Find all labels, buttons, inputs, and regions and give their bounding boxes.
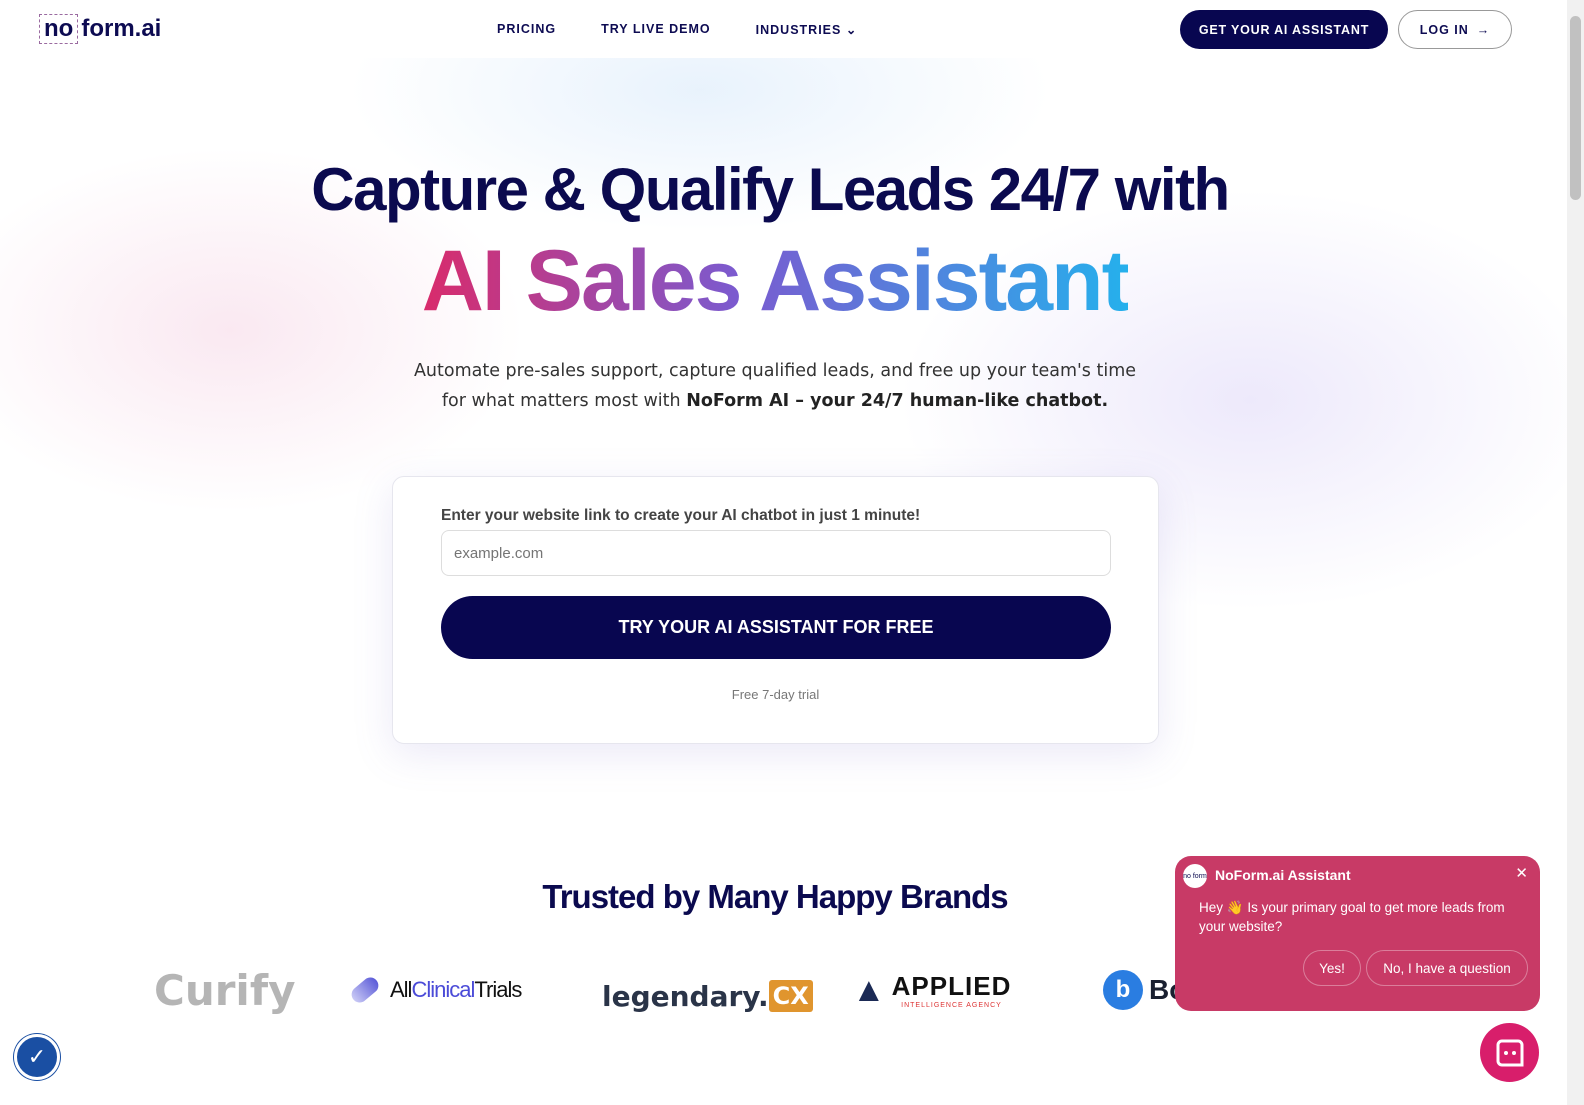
brand-logos: Curify All Clinical Trials legendary. CX ▲ … (150, 965, 1180, 1020)
chat-launcher-button[interactable] (1480, 1023, 1539, 1082)
arrow-right-icon: → (1476, 22, 1491, 37)
brand-curify: Curify (154, 965, 296, 1015)
trial-note: Free 7-day trial (731, 687, 820, 702)
nav-industries[interactable]: INDUSTRIES ⌄ (756, 22, 858, 37)
accessibility-icon[interactable]: ✓ (14, 1034, 60, 1080)
chat-popup: no form NoForm.ai Assistant ✕ Hey 👋 Is y… (1175, 856, 1540, 1011)
try-free-button[interactable]: TRY YOUR AI ASSISTANT FOR FREE (441, 596, 1111, 659)
brand-allclinicaltrials: All Clinical Trials (348, 965, 522, 1015)
signup-card: Enter your website link to create your A… (392, 476, 1159, 744)
nav-try-live-demo[interactable]: TRY LIVE DEMO (601, 22, 711, 37)
get-ai-assistant-button[interactable]: GET YOUR AI ASSISTANT (1180, 10, 1388, 49)
pill-icon (348, 974, 382, 1006)
logo[interactable]: no form.ai (39, 14, 161, 44)
login-button[interactable]: LOG IN → (1398, 10, 1512, 49)
chat-bubble-icon (1496, 1039, 1523, 1066)
applied-a-icon: ▲ (852, 970, 886, 1009)
close-icon[interactable]: ✕ (1515, 864, 1528, 882)
b-circle-icon: b (1103, 970, 1143, 1010)
scrollbar[interactable] (1567, 0, 1584, 1105)
hero-title: Capture & Qualify Leads 24/7 with (311, 156, 1230, 223)
chat-avatar: no form (1183, 864, 1207, 888)
website-input[interactable] (441, 530, 1111, 576)
brand-legendary-cx: legendary. CX (602, 971, 813, 1020)
chat-title: NoForm.ai Assistant (1215, 867, 1351, 883)
chevron-down-icon: ⌄ (845, 23, 858, 37)
chat-question-button[interactable]: No, I have a question (1366, 950, 1528, 986)
brand-bo: bBo (1103, 965, 1180, 1015)
chat-yes-button[interactable]: Yes! (1303, 950, 1361, 986)
hero-subtitle: Automate pre-sales support, capture qual… (413, 361, 1137, 411)
scrollbar-thumb[interactable] (1570, 16, 1581, 200)
chat-message: Hey 👋 Is your primary goal to get more l… (1199, 900, 1505, 934)
website-label: Enter your website link to create your A… (441, 507, 921, 524)
top-nav: no form.ai PRICING TRY LIVE DEMO INDUSTRI… (0, 0, 1552, 58)
nav-pricing[interactable]: PRICING (497, 22, 556, 37)
hero-highlight: AI Sales Assistant (421, 233, 1130, 329)
brand-applied: ▲ APPLIED INTELLIGENCE AGENCY (852, 970, 1012, 1010)
